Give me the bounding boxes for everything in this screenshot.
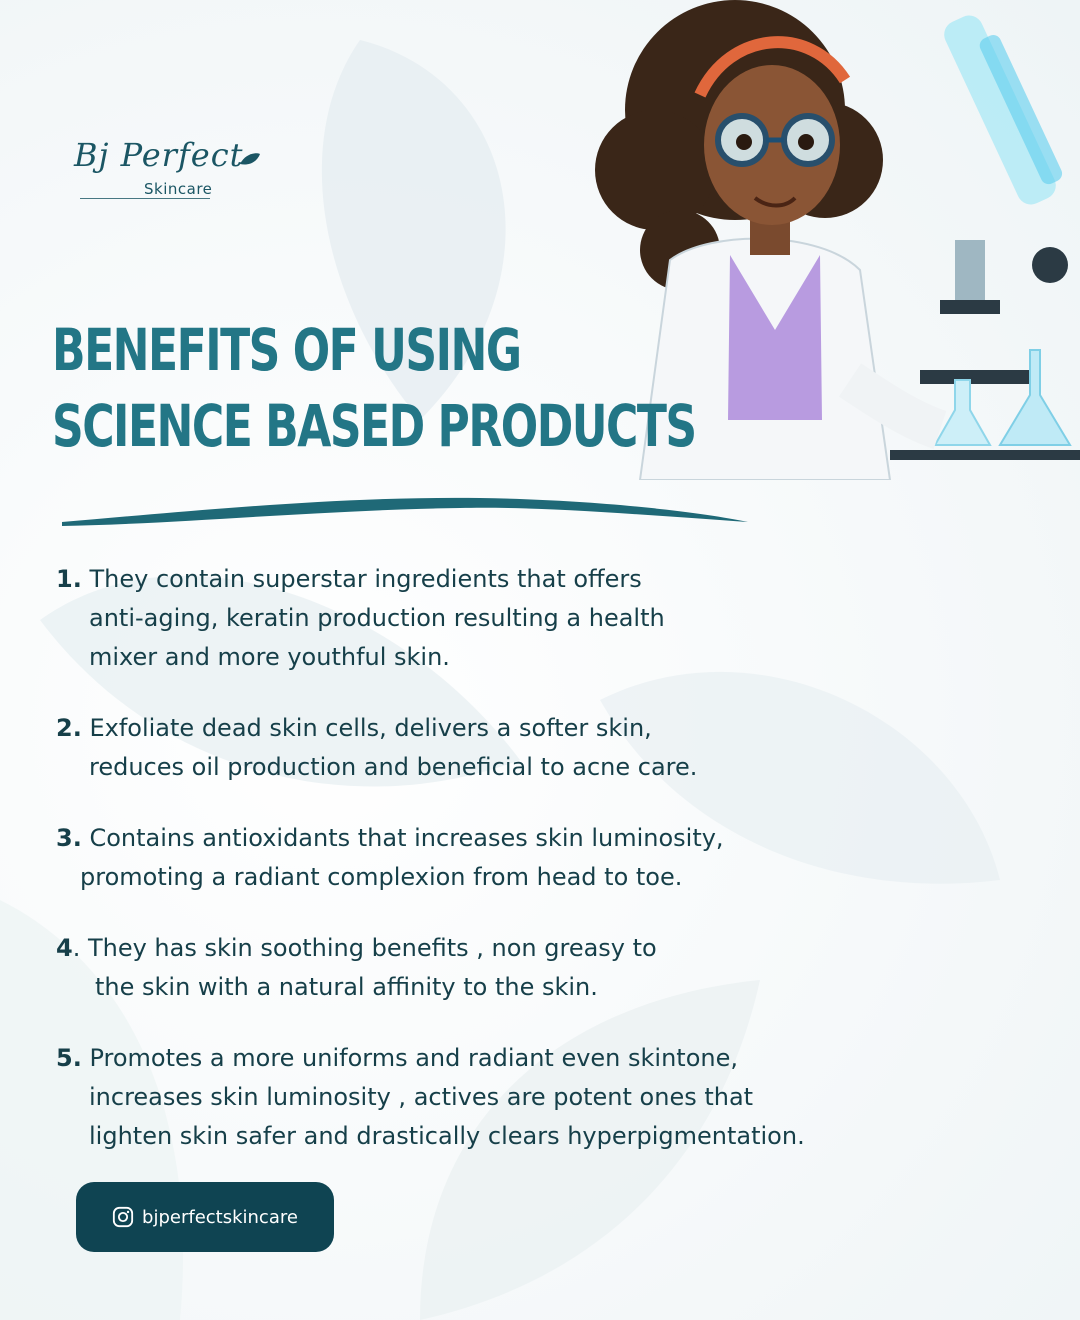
page-title: BENEFITS OF USING SCIENCE BASED PRODUCTS	[52, 312, 697, 464]
benefit-text: They contain superstar ingredients that …	[89, 565, 642, 593]
benefit-text: the skin with a natural affinity to the …	[95, 973, 598, 1001]
benefit-number: 3.	[56, 824, 82, 852]
benefit-item-1: 1. They contain superstar ingredients th…	[56, 560, 1016, 677]
instagram-handle-button[interactable]: bjperfectskincare	[76, 1182, 334, 1252]
benefit-text: lighten skin safer and drastically clear…	[89, 1122, 805, 1150]
benefit-text: increases skin luminosity , actives are …	[89, 1083, 754, 1111]
logo-script-text: Bj Perfect	[74, 136, 244, 174]
benefit-text: promoting a radiant complexion from head…	[80, 863, 683, 891]
benefit-number: 2.	[56, 714, 82, 742]
benefit-text: mixer and more youthful skin.	[89, 643, 450, 671]
benefit-number: 1.	[56, 565, 82, 593]
benefit-text: Exfoliate dead skin cells, delivers a so…	[89, 714, 652, 742]
benefit-text: . They has skin soothing benefits , non …	[72, 934, 657, 962]
logo-underline	[80, 198, 210, 199]
title-line-1: BENEFITS OF USING	[52, 316, 522, 384]
benefit-text: anti-aging, keratin production resulting…	[89, 604, 665, 632]
title-line-2: SCIENCE BASED PRODUCTS	[52, 392, 697, 460]
benefit-text: Promotes a more uniforms and radiant eve…	[89, 1044, 738, 1072]
brand-logo: Bj Perfect Skincare	[74, 136, 264, 206]
benefits-list: 1. They contain superstar ingredients th…	[56, 560, 1016, 1156]
benefit-number: 4	[56, 934, 73, 962]
benefit-item-2: 2. Exfoliate dead skin cells, delivers a…	[56, 709, 1016, 787]
brush-underline	[62, 497, 748, 526]
page: Bj Perfect Skincare BENEFITS OF USING SC…	[0, 0, 1080, 1320]
benefit-item-3: 3. Contains antioxidants that increases …	[56, 819, 1016, 897]
instagram-icon	[112, 1206, 134, 1228]
benefit-item-5: 5. Promotes a more uniforms and radiant …	[56, 1039, 1016, 1156]
leaf-icon	[240, 153, 260, 165]
benefit-item-4: 4. They has skin soothing benefits , non…	[56, 929, 1016, 1007]
benefit-text: reduces oil production and beneficial to…	[89, 753, 698, 781]
benefit-text: Contains antioxidants that increases ski…	[89, 824, 724, 852]
benefit-number: 5.	[56, 1044, 82, 1072]
logo-subtitle: Skincare	[144, 180, 213, 198]
instagram-handle-text: bjperfectskincare	[142, 1206, 298, 1228]
